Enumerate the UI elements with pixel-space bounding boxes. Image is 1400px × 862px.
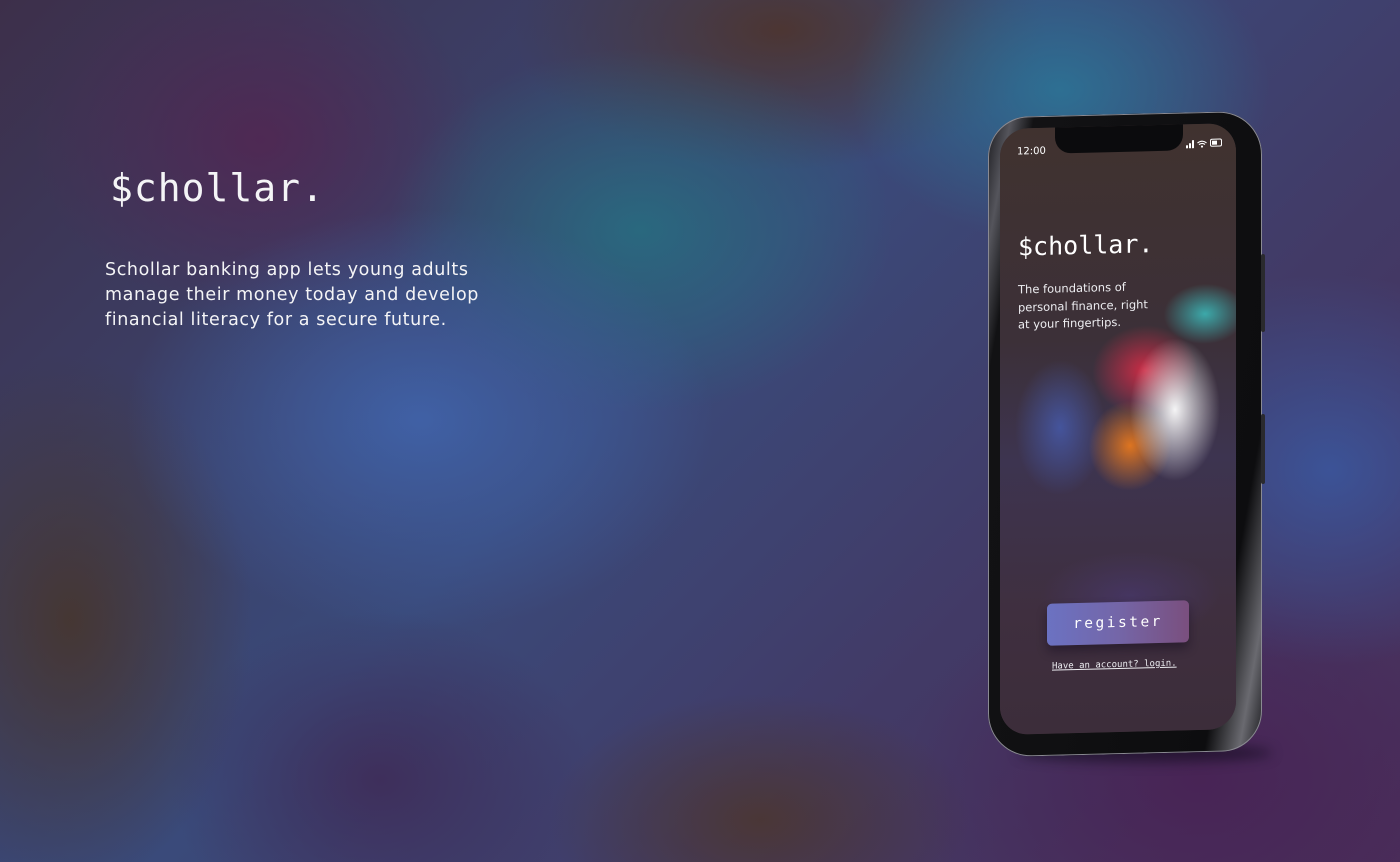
app-tagline: The foundations of personal finance, rig… xyxy=(1018,279,1148,332)
phone-mockup: 12:00 $chollar. The foundations of perso… xyxy=(988,110,1272,762)
signal-icon xyxy=(1186,140,1194,149)
phone-screen: 12:00 $chollar. The foundations of perso… xyxy=(1000,123,1236,735)
app-brand-logo: $chollar. xyxy=(1018,229,1154,262)
wifi-icon xyxy=(1197,140,1207,148)
power-button xyxy=(1261,414,1265,484)
app-description: Schollar banking app lets young adults m… xyxy=(105,260,479,330)
battery-icon xyxy=(1210,138,1222,147)
brand-logo: $chollar. xyxy=(110,166,325,210)
volume-button xyxy=(1261,254,1265,332)
register-button[interactable]: register xyxy=(1047,600,1189,646)
phone-notch xyxy=(1055,123,1183,154)
status-icons xyxy=(1186,138,1222,149)
status-time: 12:00 xyxy=(1017,145,1046,158)
